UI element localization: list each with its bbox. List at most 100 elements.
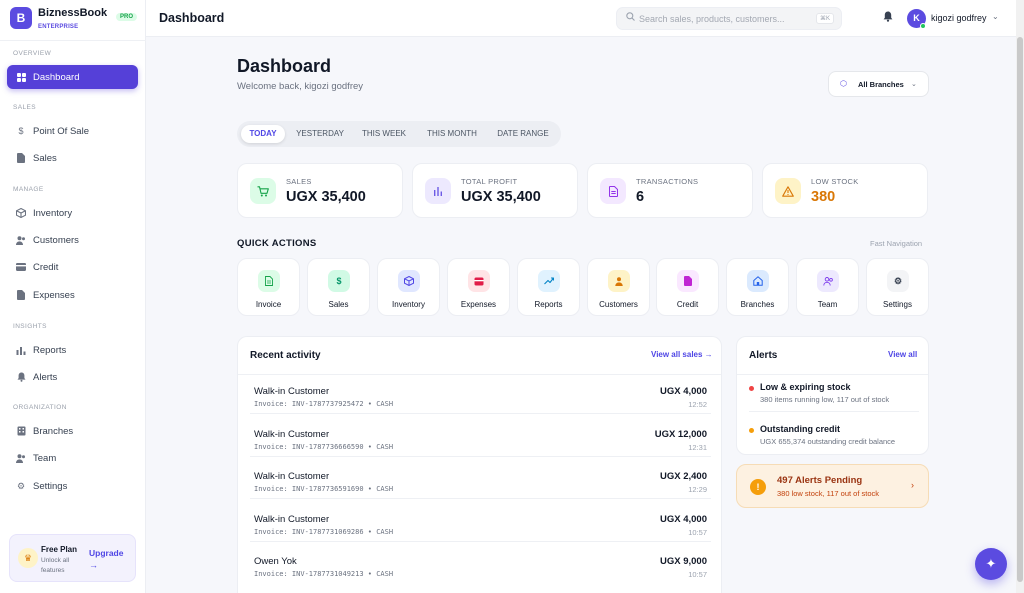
user-icon bbox=[608, 270, 630, 292]
sidebar-item-label: Expenses bbox=[33, 289, 75, 301]
divider bbox=[749, 411, 919, 412]
tab-yesterday[interactable]: YESTERDAY bbox=[289, 125, 351, 143]
sidebar-item-team[interactable]: Team bbox=[7, 446, 138, 470]
plan-subtitle: Unlock all features bbox=[41, 557, 70, 574]
date-filter-tabs: TODAY YESTERDAY THIS WEEK THIS MONTH DAT… bbox=[237, 121, 561, 147]
tab-this-month[interactable]: THIS MONTH bbox=[420, 125, 484, 143]
divider bbox=[250, 541, 711, 542]
quick-action-label: Inventory bbox=[392, 300, 425, 309]
user-name[interactable]: kigozi godfrey bbox=[931, 13, 987, 23]
view-all-alerts-link[interactable]: View all bbox=[888, 350, 917, 359]
sidebar-item-alerts[interactable]: Alerts bbox=[7, 365, 138, 389]
sidebar-item-settings[interactable]: ⚙ Settings bbox=[7, 474, 138, 498]
plan-title: Free Plan bbox=[41, 545, 78, 554]
quick-action-branches[interactable]: Branches bbox=[726, 258, 789, 316]
activity-row[interactable]: Walk-in Customer Invoice: INV-1787737925… bbox=[238, 386, 721, 428]
brand-name: BiznessBook bbox=[38, 7, 108, 19]
shortcut-hint: ⌘K bbox=[815, 13, 834, 24]
ai-assistant-sparkle-button[interactable]: ✦ bbox=[975, 548, 1007, 580]
sidebar-item-credit[interactable]: Credit bbox=[7, 255, 138, 279]
alert-item-outstanding-credit[interactable]: Outstanding credit UGX 655,374 outstandi… bbox=[737, 424, 928, 454]
invoice-reference: Invoice: INV-1787731069286 • CASH bbox=[254, 528, 394, 536]
top-bar: Dashboard ⌘K K kigozi godfrey ⌄ bbox=[146, 0, 1024, 37]
users-icon bbox=[16, 235, 26, 245]
sidebar-item-reports[interactable]: Reports bbox=[7, 338, 138, 362]
sidebar-item-point-of-sale[interactable]: $ Point Of Sale bbox=[7, 119, 138, 143]
quick-action-credit[interactable]: Credit bbox=[656, 258, 719, 316]
search-input[interactable] bbox=[639, 11, 809, 26]
tab-today[interactable]: TODAY bbox=[241, 125, 285, 143]
quick-action-inventory[interactable]: Inventory bbox=[377, 258, 440, 316]
scrollbar-thumb[interactable] bbox=[1017, 37, 1023, 582]
crown-icon: ♛ bbox=[18, 548, 38, 568]
view-all-sales-link[interactable]: View all sales → bbox=[651, 350, 713, 359]
arrow-right-icon[interactable]: → bbox=[89, 560, 98, 570]
divider bbox=[250, 456, 711, 457]
chevron-down-icon: ⌄ bbox=[911, 81, 917, 88]
sidebar: B BiznessBook ENTERPRISE PRO OVERVIEW Da… bbox=[0, 0, 146, 593]
activity-row[interactable]: Walk-in Customer Invoice: INV-1787736666… bbox=[238, 429, 721, 471]
search-box[interactable]: ⌘K bbox=[616, 7, 842, 30]
document-icon bbox=[16, 153, 26, 163]
alert-title: Low & expiring stock bbox=[760, 382, 851, 392]
alert-title: Outstanding credit bbox=[760, 424, 841, 434]
box-icon bbox=[398, 270, 420, 292]
gear-icon: ⚙ bbox=[16, 480, 26, 491]
sidebar-item-label: Reports bbox=[33, 344, 67, 356]
divider bbox=[737, 374, 928, 375]
sidebar-item-expenses[interactable]: Expenses bbox=[7, 283, 138, 307]
gear-icon: ⚙ bbox=[887, 270, 909, 292]
section-sales: SALES bbox=[13, 104, 36, 111]
quick-action-reports[interactable]: Reports bbox=[517, 258, 580, 316]
stat-card-low-stock[interactable]: LOW STOCK 380 bbox=[762, 163, 928, 218]
activity-row[interactable]: Walk-in Customer Invoice: INV-1787731069… bbox=[238, 514, 721, 556]
welcome-message: Welcome back, kigozi godfrey bbox=[237, 81, 364, 92]
tab-date-range[interactable]: DATE RANGE bbox=[491, 125, 555, 143]
section-manage: MANAGE bbox=[13, 186, 44, 193]
receipt-icon bbox=[16, 290, 26, 300]
stat-card-transactions[interactable]: TRANSACTIONS 6 bbox=[587, 163, 753, 218]
quick-action-customers[interactable]: Customers bbox=[587, 258, 650, 316]
customer-name: Owen Yok bbox=[254, 556, 297, 567]
trend-icon bbox=[538, 270, 560, 292]
brand-tier: ENTERPRISE bbox=[38, 24, 79, 30]
stat-card-sales[interactable]: SALES UGX 35,400 bbox=[237, 163, 403, 218]
upgrade-button[interactable]: Upgrade bbox=[89, 548, 123, 558]
alerts-pending-banner[interactable]: ! 497 Alerts Pending 380 low stock, 117 … bbox=[736, 464, 929, 508]
sidebar-item-label: Settings bbox=[33, 480, 68, 492]
sidebar-item-label: Credit bbox=[33, 261, 59, 273]
sidebar-item-sales[interactable]: Sales bbox=[7, 146, 138, 170]
quick-action-sales[interactable]: $ Sales bbox=[307, 258, 370, 316]
sidebar-item-label: Team bbox=[33, 452, 57, 464]
search-icon bbox=[626, 12, 635, 24]
stat-card-total-profit[interactable]: TOTAL PROFIT UGX 35,400 bbox=[412, 163, 578, 218]
sidebar-item-dashboard[interactable]: Dashboard bbox=[7, 65, 138, 89]
sidebar-item-branches[interactable]: Branches bbox=[7, 419, 138, 443]
quick-action-team[interactable]: Team bbox=[796, 258, 859, 316]
activity-row[interactable]: Owen Yok Invoice: INV-1787731049213 • CA… bbox=[238, 556, 721, 593]
section-overview: OVERVIEW bbox=[13, 50, 52, 57]
sale-amount: UGX 4,000 bbox=[660, 514, 707, 525]
quick-action-expenses[interactable]: Expenses bbox=[447, 258, 510, 316]
customer-name: Walk-in Customer bbox=[254, 514, 330, 525]
branch-selector[interactable]: ⬡ All Branches ⌄ bbox=[828, 71, 929, 97]
alert-detail: UGX 655,374 outstanding credit balance bbox=[760, 437, 896, 446]
alerts-card: Alerts View all Low & expiring stock 380… bbox=[736, 336, 929, 455]
tab-this-week[interactable]: THIS WEEK bbox=[355, 125, 413, 143]
stat-label: TRANSACTIONS bbox=[636, 177, 699, 186]
quick-action-settings[interactable]: ⚙ Settings bbox=[866, 258, 929, 316]
sale-amount: UGX 12,000 bbox=[654, 429, 707, 440]
alert-item-low-stock[interactable]: Low & expiring stock 380 items running l… bbox=[737, 382, 928, 422]
notifications-bell-icon[interactable] bbox=[883, 11, 893, 25]
chevron-right-icon: › bbox=[911, 480, 914, 490]
quick-action-invoice[interactable]: Invoice bbox=[237, 258, 300, 316]
team-icon bbox=[16, 453, 26, 463]
activity-row[interactable]: Walk-in Customer Invoice: INV-1787736591… bbox=[238, 471, 721, 513]
sidebar-item-inventory[interactable]: Inventory bbox=[7, 201, 138, 225]
chevron-down-icon[interactable]: ⌄ bbox=[992, 12, 999, 21]
brand[interactable]: B BiznessBook ENTERPRISE PRO bbox=[10, 7, 138, 33]
alerts-pending-detail: 380 low stock, 117 out of stock bbox=[777, 489, 880, 498]
sidebar-item-customers[interactable]: Customers bbox=[7, 228, 138, 252]
dollar-icon: $ bbox=[328, 270, 350, 292]
amber-status-dot bbox=[749, 428, 754, 433]
